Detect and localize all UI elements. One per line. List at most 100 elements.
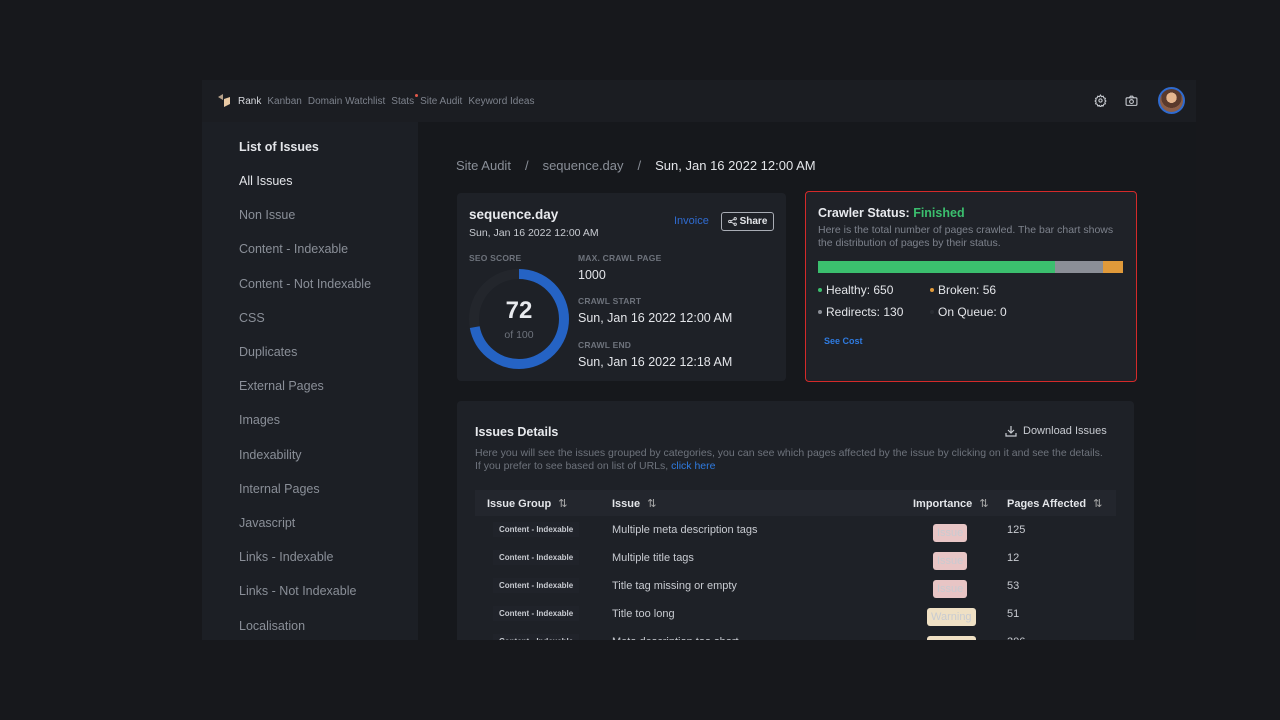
sidebar-item[interactable]: Indexability	[239, 448, 302, 462]
download-icon	[1005, 426, 1017, 437]
breadcrumb-domain[interactable]: sequence.day	[543, 158, 624, 173]
sidebar-item[interactable]: Links - Not Indexable	[239, 584, 356, 598]
share-label: Share	[739, 216, 768, 227]
sort-icon[interactable]: ⇅	[1093, 498, 1102, 510]
sidebar-title: List of Issues	[239, 140, 319, 154]
importance-badge: Warning	[927, 608, 976, 626]
sidebar-item[interactable]: CSS	[239, 311, 265, 325]
issue-group-tag: Content - Indexable	[493, 578, 580, 593]
crawl-distribution-bar	[818, 261, 1123, 273]
breadcrumb-separator: /	[637, 158, 642, 173]
table-row[interactable]: Content - Indexable Title tag missing or …	[475, 572, 1116, 600]
nav-rank[interactable]: Rank	[238, 96, 261, 107]
sidebar-item[interactable]: Content - Not Indexable	[239, 277, 371, 291]
nav-kanban[interactable]: Kanban	[267, 96, 301, 107]
sidebar-item[interactable]: Javascript	[239, 516, 295, 530]
audit-date: Sun, Jan 16 2022 12:00 AM	[469, 227, 599, 239]
importance-badge: Issue	[933, 580, 968, 598]
bar-segment	[1102, 261, 1123, 273]
sort-icon[interactable]: ⇅	[979, 498, 988, 510]
issues-card: Issues Details Download Issues Here you …	[457, 401, 1134, 640]
sidebar-item[interactable]: Images	[239, 413, 280, 427]
share-icon	[727, 217, 737, 226]
download-issues-button[interactable]: Download Issues	[1005, 425, 1107, 437]
legend-dot	[818, 288, 822, 292]
column-header[interactable]: Importance ⇅	[913, 497, 989, 510]
nav-site-audit[interactable]: Site Audit	[420, 96, 462, 107]
see-cost-link[interactable]: See Cost	[824, 336, 863, 346]
issues-title: Issues Details	[475, 425, 559, 439]
issue-group-tag: Content - Indexable	[493, 550, 580, 565]
issue-group-tag: Content - Indexable	[493, 522, 580, 537]
crawl-start-label: CRAWL START	[578, 296, 642, 306]
sidebar-item[interactable]: Localisation	[239, 619, 305, 633]
sidebar-item[interactable]: Non Issue	[239, 208, 295, 222]
crawler-status-card: Crawler Status: Finished Here is the tot…	[805, 191, 1137, 382]
sidebar-item[interactable]: All Issues	[239, 174, 293, 188]
table-header: Issue Group ⇅ Issue ⇅ Importance ⇅ Pages Af…	[475, 490, 1116, 516]
legend-item: Broken: 56	[930, 283, 996, 297]
legend-item: On Queue: 0	[930, 305, 1007, 319]
breadcrumb-current: Sun, Jan 16 2022 12:00 AM	[655, 158, 816, 173]
nav-keyword-ideas[interactable]: Keyword Ideas	[468, 96, 534, 107]
pages-affected: 53	[1007, 580, 1020, 592]
issue-group-tag: Content - Indexable	[493, 634, 580, 640]
crawl-end-value: Sun, Jan 16 2022 12:18 AM	[578, 355, 733, 369]
legend-item: Redirects: 130	[818, 305, 903, 319]
notification-dot	[415, 93, 419, 97]
sidebar-item[interactable]: Internal Pages	[239, 482, 320, 496]
sidebar-item[interactable]: Duplicates	[239, 345, 297, 359]
importance-badge: Warning	[927, 636, 976, 640]
pages-affected: 125	[1007, 524, 1026, 536]
issue-name: Title tag missing or empty	[612, 580, 737, 592]
issue-name: Meta description too short	[612, 636, 739, 640]
app-window: Rank Kanban Domain Watchlist Stats Site Audi…	[202, 80, 1196, 640]
crawl-end-label: CRAWL END	[578, 340, 632, 350]
column-header[interactable]: Issue Group ⇅	[487, 497, 567, 510]
breadcrumb-site-audit[interactable]: Site Audit	[456, 158, 511, 173]
bar-segment	[1055, 261, 1103, 273]
avatar[interactable]	[1158, 87, 1185, 114]
crawl-start-value: Sun, Jan 16 2022 12:00 AM	[578, 311, 733, 325]
importance-badge: Issue	[933, 552, 968, 570]
pages-affected: 51	[1007, 608, 1020, 620]
sidebar: List of Issues All Issues Non Issue Conten…	[202, 122, 418, 640]
table-row[interactable]: Content - Indexable Meta description too …	[475, 628, 1116, 640]
sort-icon[interactable]: ⇅	[647, 498, 656, 510]
top-nav: Rank Kanban Domain Watchlist Stats Site Audi…	[202, 80, 1196, 122]
settings-icon[interactable]	[1094, 94, 1107, 107]
issues-description: Here you will see the issues grouped by …	[475, 447, 1103, 472]
issue-name: Multiple meta description tags	[612, 524, 758, 536]
issue-name: Title too long	[612, 608, 675, 620]
table-row[interactable]: Content - Indexable Multiple meta descrip…	[475, 516, 1116, 544]
seo-score-max: of 100	[504, 329, 534, 341]
click-here-link[interactable]: click here	[671, 460, 715, 472]
crawler-status-value: Finished	[913, 206, 965, 220]
camera-icon[interactable]	[1125, 94, 1138, 107]
legend-dot	[930, 288, 934, 292]
sidebar-item[interactable]: External Pages	[239, 379, 324, 393]
share-button[interactable]: Share	[721, 212, 774, 231]
download-label: Download Issues	[1023, 425, 1107, 437]
sidebar-item[interactable]: Content - Indexable	[239, 242, 348, 256]
issue-name: Multiple title tags	[612, 552, 694, 564]
column-header[interactable]: Issue ⇅	[612, 497, 656, 510]
pages-affected: 12	[1007, 552, 1020, 564]
table-row[interactable]: Content - Indexable Title too long Warning…	[475, 600, 1116, 628]
logo-icon	[218, 94, 230, 107]
legend-dot	[818, 310, 822, 314]
nav-domain-watchlist[interactable]: Domain Watchlist	[308, 96, 385, 107]
max-crawl-label: MAX. CRAWL PAGE	[578, 253, 662, 263]
column-header[interactable]: Pages Affected ⇅	[1007, 497, 1102, 510]
nav-stats[interactable]: Stats	[391, 93, 419, 107]
sidebar-item[interactable]: Links - Indexable	[239, 550, 334, 564]
invoice-link[interactable]: Invoice	[674, 215, 709, 227]
issue-group-tag: Content - Indexable	[493, 606, 580, 621]
bar-segment	[818, 261, 1056, 273]
pages-affected: 306	[1007, 636, 1025, 640]
seo-score-value: 72	[505, 297, 533, 324]
crawler-status-title: Crawler Status: Finished	[818, 206, 965, 220]
sort-icon[interactable]: ⇅	[558, 498, 567, 510]
summary-card: sequence.day Sun, Jan 16 2022 12:00 AM I…	[457, 193, 786, 381]
table-row[interactable]: Content - Indexable Multiple title tags Is…	[475, 544, 1116, 572]
